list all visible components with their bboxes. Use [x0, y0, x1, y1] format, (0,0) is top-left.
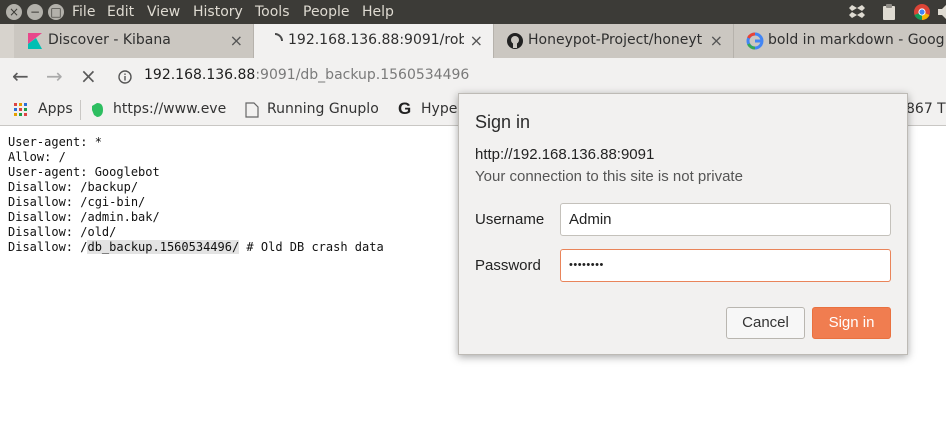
dialog-host: http://192.168.136.88:9091: [475, 146, 655, 163]
dialog-title: Sign in: [475, 112, 531, 132]
page-icon: [245, 102, 259, 118]
tab-robots[interactable]: 192.168.136.88:9091/robo ×: [254, 24, 494, 58]
bookmark-evernote[interactable]: https://www.eve: [113, 101, 255, 117]
tab-title: Honeypot-Project/honeyt: [528, 32, 703, 48]
menu-history[interactable]: History: [193, 3, 243, 21]
maximize-window-icon[interactable]: □: [48, 4, 64, 20]
menu-view[interactable]: View: [147, 3, 180, 21]
sign-in-button[interactable]: Sign in: [812, 307, 891, 339]
text-suffix: # Old DB crash data: [239, 240, 384, 254]
menu-people[interactable]: People: [303, 3, 350, 21]
text-line: User-agent: Googlebot: [8, 165, 160, 179]
address-bar[interactable]: 192.168.136.88:9091/db_backup.1560534496: [144, 67, 469, 83]
menu-file[interactable]: File: [72, 3, 95, 21]
minimize-window-icon[interactable]: −: [27, 4, 43, 20]
close-icon[interactable]: ×: [710, 31, 723, 50]
password-label: Password: [475, 257, 541, 274]
bookmark-867[interactable]: 867 T: [906, 101, 946, 117]
clipboard-icon[interactable]: [880, 3, 898, 21]
tab-google[interactable]: bold in markdown - Googl: [734, 24, 946, 58]
close-icon[interactable]: ×: [230, 31, 243, 50]
tab-strip: Discover - Kibana × 192.168.136.88:9091/…: [0, 24, 946, 58]
tab-title: bold in markdown - Googl: [768, 32, 944, 48]
sound-icon[interactable]: [938, 3, 946, 21]
back-arrow-icon[interactable]: ←: [12, 64, 29, 88]
username-label: Username: [475, 211, 545, 228]
kibana-icon: [28, 33, 42, 49]
close-icon[interactable]: ×: [470, 31, 483, 50]
dialog-warning: Your connection to this site is not priv…: [475, 168, 743, 185]
google-icon: [746, 32, 764, 50]
text-line: Allow: /: [8, 150, 66, 164]
browser-toolbar: ← → × 192.168.136.88:9091/db_backup.1560…: [0, 58, 946, 94]
info-icon[interactable]: [118, 70, 132, 84]
text-line: Disallow: /old/: [8, 225, 117, 239]
evernote-icon: [92, 103, 103, 117]
tab-github[interactable]: Honeypot-Project/honeyt ×: [494, 24, 734, 58]
tab-kibana[interactable]: Discover - Kibana ×: [14, 24, 254, 58]
chrome-icon[interactable]: [913, 3, 931, 21]
bookmark-apps[interactable]: Apps: [38, 101, 73, 117]
page-content: User-agent: * Allow: / User-agent: Googleb…: [8, 135, 384, 255]
stop-loading-icon[interactable]: ×: [80, 64, 97, 88]
text-line: Disallow: /cgi-bin/: [8, 195, 146, 209]
text-line: Disallow: /backup/: [8, 180, 139, 194]
bookmark-hype[interactable]: Hype: [421, 101, 457, 117]
text-line-highlighted: Disallow: /db_backup.1560534496/ # Old D…: [8, 240, 384, 255]
text-line: Disallow: /admin.bak/: [8, 210, 160, 224]
text-prefix: Disallow: /: [8, 240, 88, 254]
menu-tools[interactable]: Tools: [255, 3, 290, 21]
url-path: :9091/db_backup.1560534496: [255, 67, 470, 83]
text-line: User-agent: *: [8, 135, 102, 149]
github-icon: [507, 33, 523, 49]
selected-text: db_backup.1560534496/: [87, 240, 240, 254]
tab-title: 192.168.136.88:9091/robo: [288, 32, 464, 48]
menu-help[interactable]: Help: [362, 3, 394, 21]
cancel-button[interactable]: Cancel: [726, 307, 805, 339]
password-input[interactable]: ••••••••: [560, 249, 891, 282]
menu-edit[interactable]: Edit: [107, 3, 134, 21]
username-input[interactable]: Admin: [560, 203, 891, 236]
sign-in-dialog: Sign in http://192.168.136.88:9091 Your …: [458, 93, 908, 355]
forward-arrow-icon[interactable]: →: [46, 64, 63, 88]
dropbox-icon[interactable]: [848, 3, 866, 21]
tab-title: Discover - Kibana: [48, 32, 171, 48]
os-menubar: × − □ File Edit View History Tools Peopl…: [0, 0, 946, 24]
url-host: 192.168.136.88: [144, 67, 256, 83]
loading-spinner-icon: [274, 33, 283, 42]
close-window-icon[interactable]: ×: [6, 4, 22, 20]
apps-grid-icon: [14, 103, 27, 116]
bookmark-gnuplot[interactable]: Running Gnuplo: [267, 101, 383, 117]
hypeauditor-icon: G: [398, 99, 412, 118]
bookmark-separator: [80, 100, 81, 120]
